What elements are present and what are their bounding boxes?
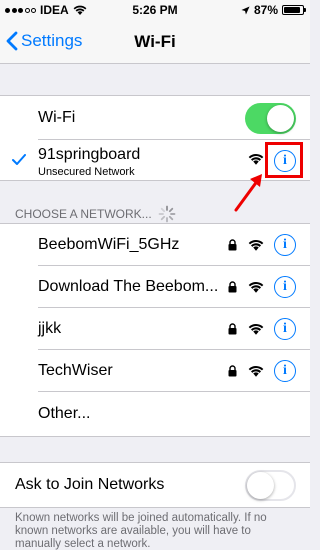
wifi-signal-icon: [248, 323, 264, 335]
toggle-knob: [247, 471, 274, 499]
network-row[interactable]: jjkk i: [0, 308, 310, 350]
wifi-group: Wi-Fi 91springboard Unsecured Network i: [0, 95, 310, 181]
network-name: BeebomWiFi_5GHz: [38, 236, 180, 253]
choose-network-header: CHOOSE A NETWORK...: [15, 205, 176, 223]
ask-to-join-label: Ask to Join Networks: [15, 476, 165, 493]
lock-icon: [228, 365, 237, 377]
status-right: 87%: [241, 3, 306, 17]
battery-percent: 87%: [253, 3, 278, 17]
location-arrow-icon: [241, 5, 250, 15]
ask-to-join-group: Ask to Join Networks: [0, 462, 310, 508]
status-bar: IDEA 5:26 PM 87%: [0, 0, 310, 20]
network-name: TechWiser: [38, 362, 113, 379]
toggle-knob: [267, 104, 294, 132]
page-title: Wi-Fi: [134, 32, 176, 51]
loading-spinner-icon: [158, 205, 176, 223]
ask-to-join-row: Ask to Join Networks: [0, 463, 310, 507]
wifi-signal-icon: [248, 281, 264, 293]
checkmark-icon: [12, 154, 26, 165]
other-network-label: Other...: [38, 405, 91, 422]
lock-icon: [228, 323, 237, 335]
wifi-signal-icon: [248, 239, 264, 251]
wifi-signal-icon: [248, 365, 264, 377]
connected-network-name: 91springboard: [38, 146, 141, 163]
wifi-toggle-switch[interactable]: [245, 102, 296, 134]
section-header-label: CHOOSE A NETWORK...: [15, 207, 152, 221]
battery-level-fill: [284, 7, 300, 13]
info-icon[interactable]: i: [274, 360, 296, 382]
wifi-toggle-row: Wi-Fi: [0, 96, 310, 140]
info-icon[interactable]: i: [274, 318, 296, 340]
connected-network-row[interactable]: 91springboard Unsecured Network i: [0, 140, 310, 180]
info-icon[interactable]: i: [274, 276, 296, 298]
network-row[interactable]: Download The Beebom... i: [0, 266, 310, 308]
network-row[interactable]: BeebomWiFi_5GHz i: [0, 224, 310, 266]
wifi-signal-icon: [248, 153, 264, 165]
lock-icon: [228, 281, 237, 293]
navigation-bar: Settings Wi-Fi: [0, 20, 310, 64]
info-icon[interactable]: i: [274, 234, 296, 256]
lock-icon: [228, 239, 237, 251]
ask-to-join-footer: Known networks will be joined automatica…: [15, 512, 267, 550]
network-name: Download The Beebom...: [38, 278, 219, 295]
ask-to-join-switch[interactable]: [245, 469, 296, 501]
connected-network-status: Unsecured Network: [38, 166, 135, 178]
other-network-row[interactable]: Other...: [0, 392, 310, 436]
battery-icon: [282, 5, 306, 15]
network-list: BeebomWiFi_5GHz i Download The Beebom... i j…: [0, 223, 310, 437]
network-name: jjkk: [38, 320, 62, 337]
network-row[interactable]: TechWiser i: [0, 350, 310, 392]
wifi-toggle-label: Wi-Fi: [38, 109, 76, 126]
info-icon[interactable]: i: [274, 150, 296, 172]
